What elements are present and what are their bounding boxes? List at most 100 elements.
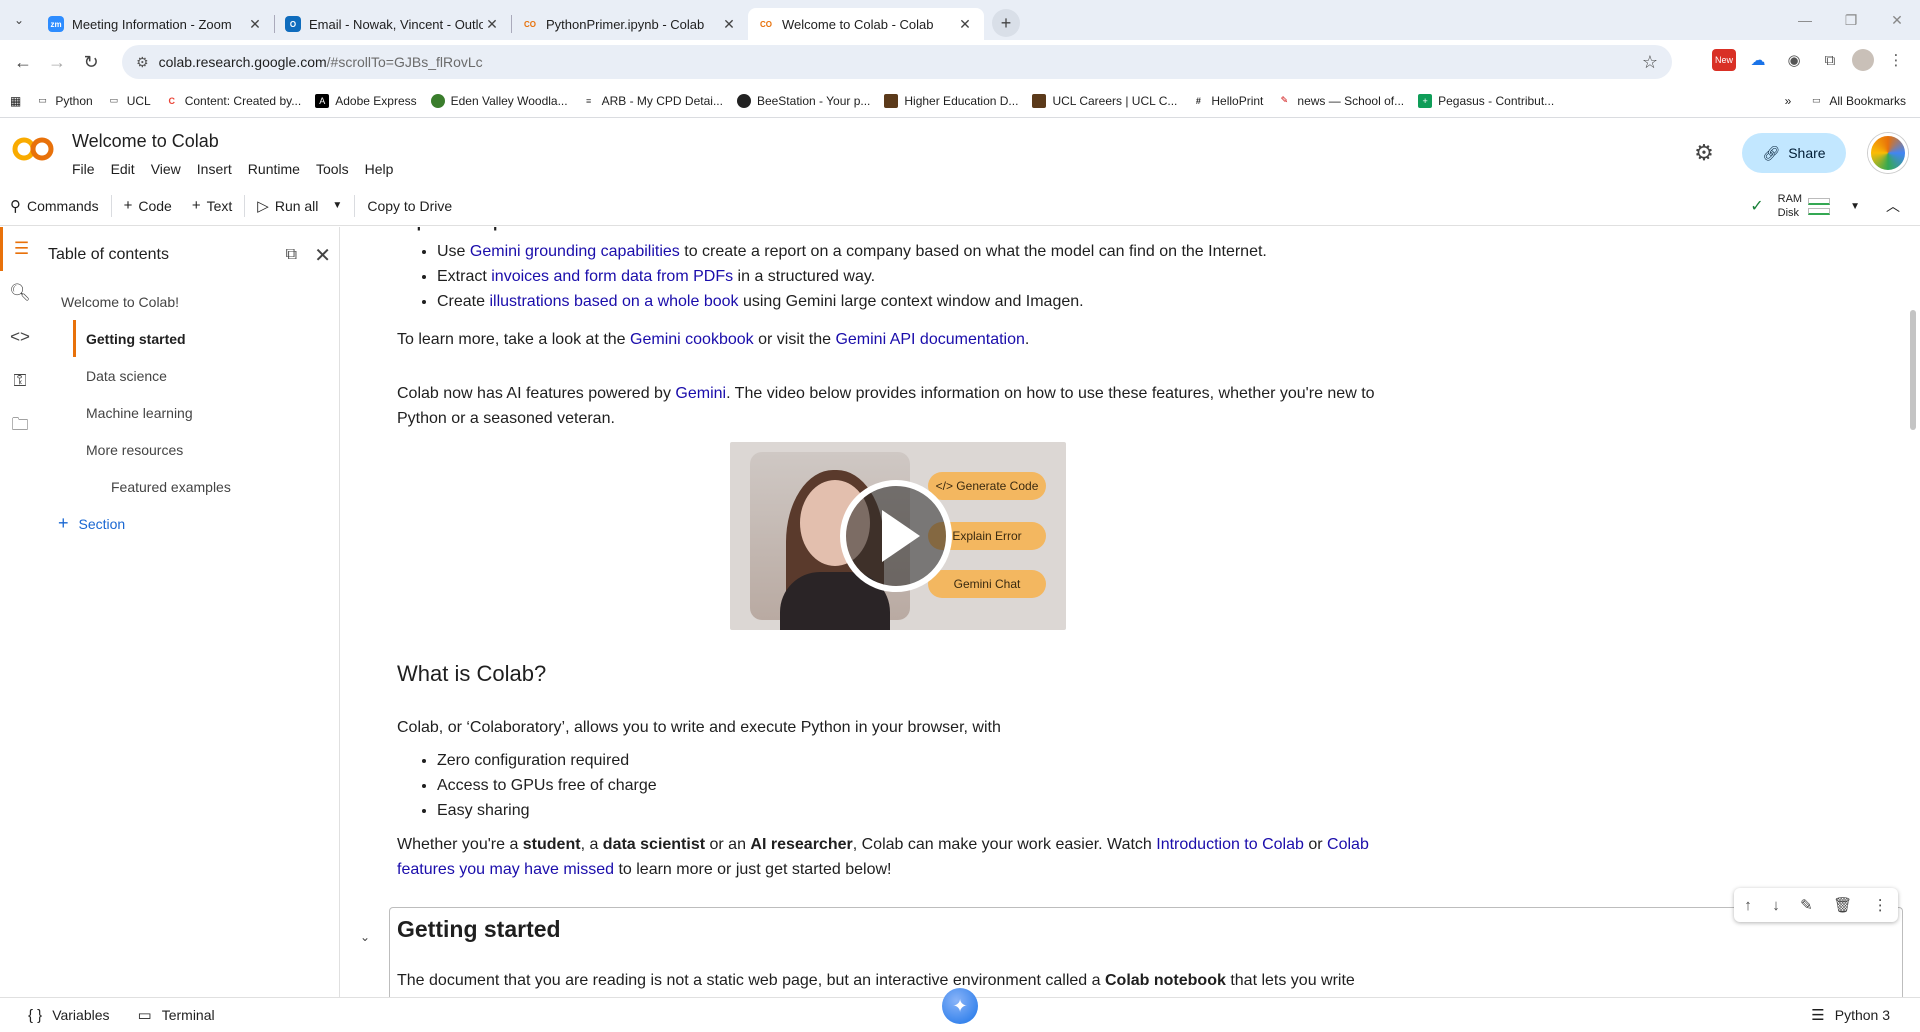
menu-runtime[interactable]: Runtime <box>248 161 300 177</box>
delete-icon[interactable]: 🗑︎ <box>1833 896 1852 914</box>
open-in-tab-icon[interactable]: ⧉ <box>286 246 297 264</box>
more-options-icon[interactable]: ⋮ <box>1873 896 1888 914</box>
back-icon[interactable]: ← <box>6 45 40 79</box>
scrollbar-thumb[interactable] <box>1910 310 1916 430</box>
code-snippets-icon[interactable]: <> <box>0 315 40 359</box>
new-tab-icon[interactable]: + <box>992 9 1020 37</box>
browser-menu-icon[interactable]: ⋮ <box>1882 46 1910 74</box>
gemini-cookbook-link[interactable]: Gemini cookbook <box>630 331 754 348</box>
move-up-icon[interactable]: ↑ <box>1744 897 1752 914</box>
bookmark-item[interactable]: UCL Careers | UCL C... <box>1032 93 1177 108</box>
all-bookmarks[interactable]: ▭ All Bookmarks <box>1809 94 1906 108</box>
notebook-title[interactable]: Welcome to Colab <box>72 131 219 152</box>
toc-item[interactable]: Welcome to Colab! <box>40 283 339 320</box>
kernel-status[interactable]: ☰ Python 3 <box>1811 1006 1890 1024</box>
minimize-icon[interactable]: — <box>1782 0 1828 40</box>
close-tab-icon[interactable]: ✕ <box>720 16 738 33</box>
site-info-icon[interactable]: ⚙ <box>136 54 149 71</box>
video-player[interactable]: </> Generate Code Explain Error Gemini C… <box>730 442 1066 630</box>
more-bookmarks-icon[interactable]: » <box>1785 94 1792 108</box>
bookmark-item[interactable]: A Adobe Express <box>315 93 417 108</box>
bookmark-item[interactable]: C Content: Created by... <box>164 93 301 108</box>
bookmark-star-icon[interactable]: ☆ <box>1642 52 1658 73</box>
close-tab-icon[interactable]: ✕ <box>246 16 264 33</box>
bookmark-item[interactable]: ≡ ARB - My CPD Detai... <box>582 94 723 108</box>
menu-edit[interactable]: Edit <box>111 161 135 177</box>
settings-gear-icon[interactable]: ⚙ <box>1684 133 1724 173</box>
bookmark-item[interactable]: ✎ news — School of... <box>1277 94 1405 108</box>
toc-list-icon[interactable]: ☰ <box>0 227 40 271</box>
close-tab-icon[interactable]: ✕ <box>483 16 501 33</box>
forward-icon[interactable]: → <box>40 45 74 79</box>
browser-tab[interactable]: CO PythonPrimer.ipynb - Colab ✕ <box>512 8 748 40</box>
bookmark-item[interactable]: # HelloPrint <box>1191 94 1264 108</box>
add-text-button[interactable]: + Text <box>182 186 242 226</box>
restore-icon[interactable]: ❐ <box>1828 0 1874 40</box>
bookmark-item[interactable]: Higher Education D... <box>884 93 1018 108</box>
resources-indicator[interactable]: ✓ RAM Disk ▼ ︿ <box>1750 186 1900 226</box>
menu-tools[interactable]: Tools <box>316 161 349 177</box>
extensions-puzzle-icon[interactable]: ⧉ <box>1816 46 1844 74</box>
bookmark-item[interactable]: ▭ UCL <box>107 94 150 108</box>
gemini-api-docs-link[interactable]: Gemini API documentation <box>835 331 1024 348</box>
gemini-link[interactable]: Gemini <box>675 385 726 402</box>
add-code-button[interactable]: + Code <box>114 186 182 226</box>
left-icon-rail: ☰ 🔍︎ <> ⚿ 🗀 <box>0 227 40 997</box>
apps-grid-icon[interactable]: ▦ <box>10 94 21 108</box>
run-all-button[interactable]: ▷ Run all ▼ <box>247 186 352 226</box>
toc-item-selected[interactable]: Getting started <box>73 320 339 357</box>
omnibox[interactable]: ⚙ colab.research.google.com/#scrollTo=GJ… <box>122 45 1672 79</box>
edit-pencil-icon[interactable]: ✎ <box>1800 896 1813 914</box>
new-badge-icon[interactable]: New <box>1712 49 1736 71</box>
menu-view[interactable]: View <box>151 161 181 177</box>
camera-icon[interactable]: ◉ <box>1780 46 1808 74</box>
toc-item[interactable]: More resources <box>40 431 339 468</box>
toc-item[interactable]: Data science <box>40 357 339 394</box>
bookmark-item[interactable]: ▭ Python <box>35 94 93 108</box>
close-tab-icon[interactable]: ✕ <box>956 16 974 33</box>
share-button[interactable]: 🔗︎ Share <box>1742 133 1846 173</box>
close-window-icon[interactable]: ✕ <box>1874 0 1920 40</box>
gemini-sparkle-icon[interactable]: ✦ <box>942 988 978 1024</box>
reload-icon[interactable]: ↻ <box>74 45 108 79</box>
bookmark-item[interactable]: BeeStation - Your p... <box>736 93 870 108</box>
play-button-icon[interactable] <box>840 480 952 592</box>
invoices-link[interactable]: invoices and form data from PDFs <box>491 268 733 285</box>
menu-help[interactable]: Help <box>365 161 394 177</box>
chevron-down-icon[interactable]: ▼ <box>332 200 342 211</box>
collapse-section-icon[interactable]: ⌄ <box>360 930 370 944</box>
notebook-toolbar: ⚲ Commands + Code + Text ▷ Run all ▼ Copy to … <box>0 186 1920 226</box>
add-section-button[interactable]: + Section <box>40 505 339 542</box>
bookmark-item[interactable]: + Pegasus - Contribut... <box>1418 93 1554 108</box>
commands-button[interactable]: ⚲ Commands <box>0 186 109 226</box>
variables-button[interactable]: { } Variables <box>28 1007 110 1024</box>
colab-logo-icon[interactable] <box>12 135 54 163</box>
move-down-icon[interactable]: ↓ <box>1772 897 1780 914</box>
folder-icon[interactable]: 🗀 <box>0 403 40 447</box>
gemini-grounding-link[interactable]: Gemini grounding capabilities <box>470 243 680 260</box>
url-host: colab.research.google.com <box>158 54 327 70</box>
find-icon[interactable]: 🔍︎ <box>0 271 40 315</box>
illustrations-link[interactable]: illustrations based on a whole book <box>489 293 738 310</box>
terminal-button[interactable]: ▭ Terminal <box>138 1006 215 1024</box>
browser-tab-active[interactable]: CO Welcome to Colab - Colab ✕ <box>748 8 984 40</box>
tab-search-icon[interactable]: ⌄ <box>0 0 38 40</box>
account-avatar[interactable] <box>1868 133 1908 173</box>
collapse-up-icon[interactable]: ︿ <box>1886 196 1900 216</box>
key-icon[interactable]: ⚿ <box>0 359 40 403</box>
profile-avatar-icon[interactable] <box>1852 49 1874 71</box>
getting-started-cell[interactable] <box>389 907 1903 997</box>
browser-tab[interactable]: O Email - Nowak, Vincent - Outlook ✕ <box>275 8 511 40</box>
menu-insert[interactable]: Insert <box>197 161 232 177</box>
toc-item[interactable]: Machine learning <box>40 394 339 431</box>
menu-file[interactable]: File <box>72 161 95 177</box>
toc-item[interactable]: Featured examples <box>40 468 339 505</box>
browser-tab[interactable]: zm Meeting Information - Zoom ✕ <box>38 8 274 40</box>
text: Whether you're a <box>397 836 523 853</box>
chevron-down-icon[interactable]: ▼ <box>1850 201 1860 212</box>
bookmark-item[interactable]: Eden Valley Woodla... <box>430 93 568 108</box>
intro-to-colab-link[interactable]: Introduction to Colab <box>1156 836 1304 853</box>
copy-to-drive-button[interactable]: Copy to Drive <box>357 186 462 226</box>
close-icon[interactable]: ✕ <box>314 243 331 268</box>
cloud-upload-icon[interactable]: ☁ <box>1744 46 1772 74</box>
